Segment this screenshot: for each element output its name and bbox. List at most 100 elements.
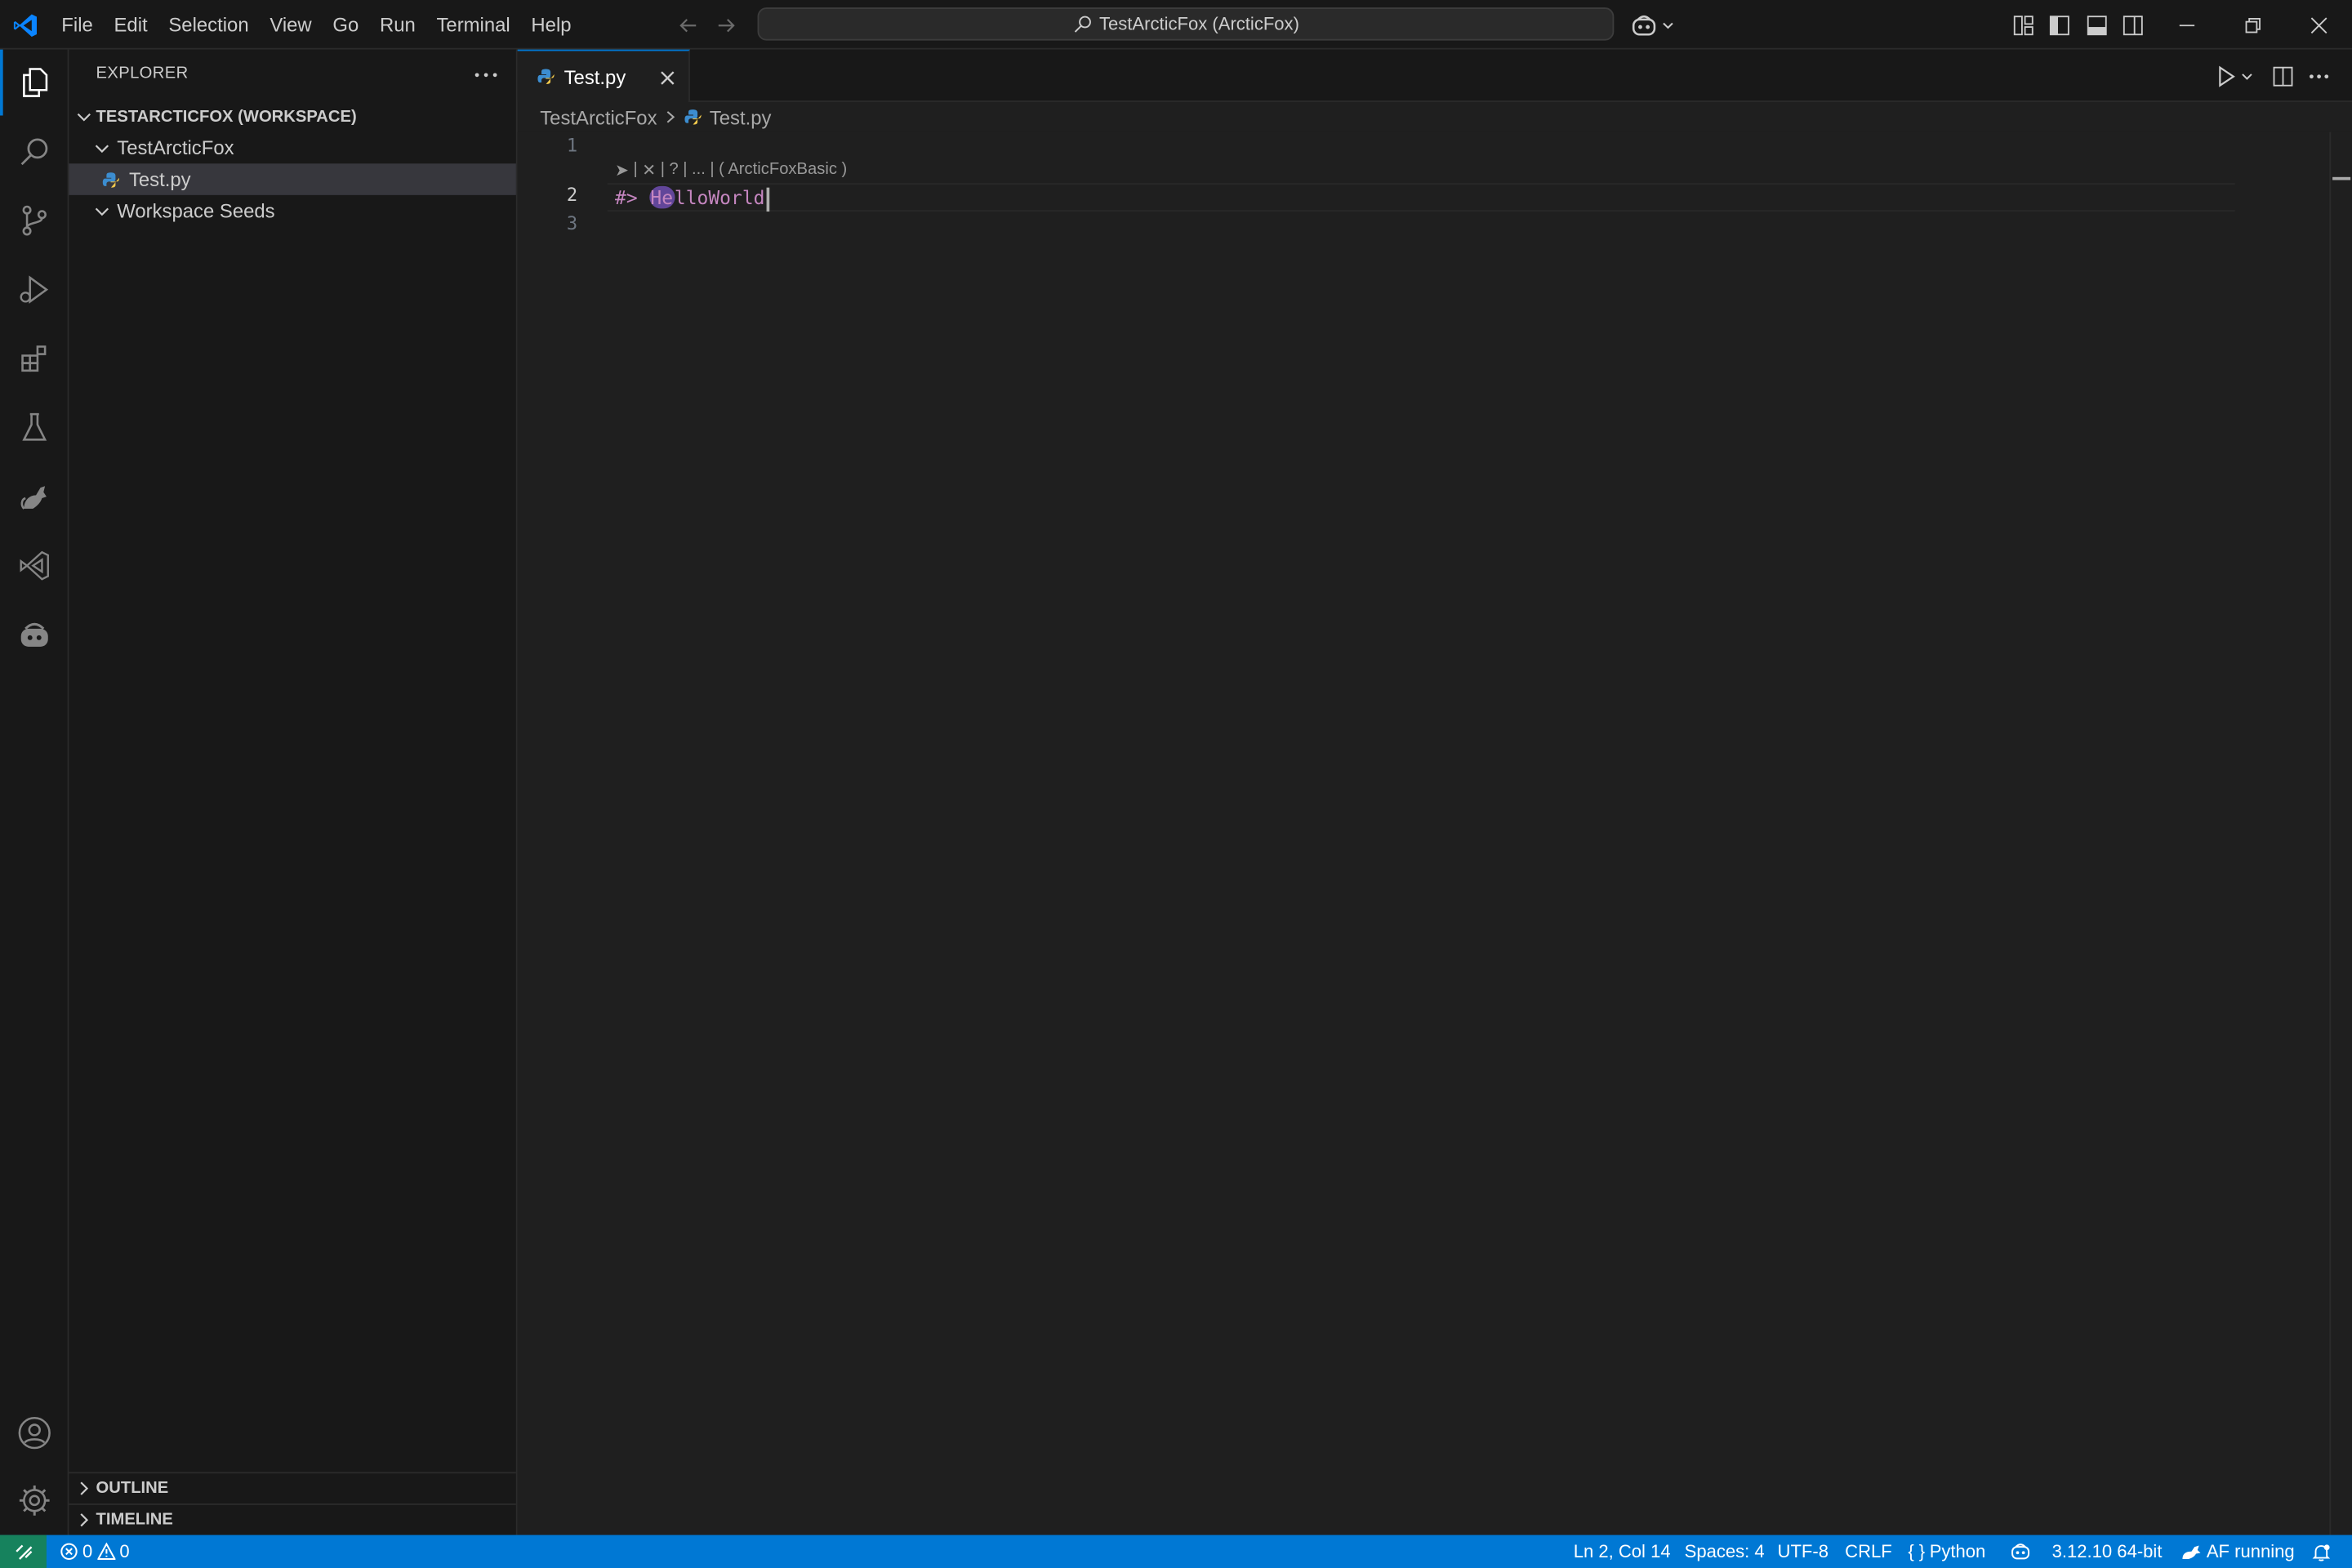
- menu-view[interactable]: View: [259, 0, 322, 50]
- menu-selection[interactable]: Selection: [158, 0, 260, 50]
- eol-label: CRLF: [1845, 1540, 1892, 1562]
- minimize-icon: [2179, 24, 2195, 26]
- account-icon: [18, 1416, 51, 1450]
- copilot-menu-button[interactable]: [1631, 12, 1679, 39]
- tab-test-py[interactable]: Test.py: [517, 49, 690, 102]
- tree-folder[interactable]: Workspace Seeds: [69, 195, 515, 227]
- copilot-icon: [2011, 1544, 2030, 1560]
- title-bar: File Edit Selection View Go Run Terminal…: [0, 0, 2352, 50]
- code-text: lloWorld: [674, 185, 765, 209]
- beaker-icon: [22, 412, 47, 441]
- vscode-logo-icon: [13, 14, 37, 38]
- current-line-highlight: [607, 183, 2235, 212]
- problems-indicator[interactable]: 0 0: [60, 1535, 130, 1568]
- scrollbar-cursor-marker: [2332, 176, 2351, 180]
- split-editor-icon[interactable]: [2270, 63, 2296, 90]
- python-interpreter[interactable]: 3.12.10 64-bit: [2052, 1535, 2163, 1568]
- menu-go[interactable]: Go: [323, 0, 370, 50]
- remote-indicator[interactable]: [0, 1535, 47, 1568]
- braces-icon: { }: [1908, 1540, 1926, 1562]
- encoding[interactable]: UTF-8: [1778, 1535, 1829, 1568]
- search-icon: [20, 138, 48, 166]
- workspace-header[interactable]: TESTARCTICFOX (WORKSPACE): [69, 100, 515, 132]
- codelens-run[interactable]: ➤: [615, 161, 629, 180]
- more-actions-icon[interactable]: [471, 63, 501, 87]
- folder-label: Workspace Seeds: [117, 199, 275, 222]
- activity-source-control[interactable]: [0, 188, 69, 254]
- activity-copilot[interactable]: [0, 602, 69, 668]
- chevron-down-icon[interactable]: [2239, 63, 2254, 90]
- text-cursor: [766, 186, 770, 212]
- activity-search[interactable]: [0, 118, 69, 185]
- gear-icon: [19, 1485, 50, 1516]
- codelens-close[interactable]: ✕: [642, 161, 656, 180]
- copilot-icon: [20, 622, 48, 647]
- menu-terminal[interactable]: Terminal: [426, 0, 521, 50]
- code-editor[interactable]: 1 2 3 ➤ | ✕ | ? | ... | ( ArcticFoxBasic…: [517, 131, 2352, 1535]
- menu-help[interactable]: Help: [521, 0, 582, 50]
- timeline-section-header[interactable]: TIMELINE: [69, 1503, 516, 1535]
- fox-icon: [2182, 1545, 2201, 1559]
- close-icon[interactable]: [656, 66, 679, 90]
- activity-extensions[interactable]: [0, 326, 69, 392]
- outline-section-header[interactable]: OUTLINE: [69, 1472, 516, 1503]
- arcticfox-status[interactable]: AF running: [2181, 1535, 2295, 1568]
- activity-visual-studio[interactable]: [0, 532, 69, 599]
- activity-accounts[interactable]: [0, 1400, 69, 1466]
- warning-icon: [96, 1542, 115, 1560]
- command-center[interactable]: TestArcticFox (ArcticFox): [757, 7, 1615, 41]
- error-count: 0: [82, 1540, 93, 1562]
- run-icon[interactable]: [2212, 63, 2239, 90]
- line-number: 1: [566, 135, 578, 157]
- window-title: TestArcticFox (ArcticFox): [1099, 13, 1299, 35]
- visual-studio-icon: [20, 550, 49, 581]
- restore-icon: [2245, 17, 2261, 33]
- search-icon: [1074, 16, 1091, 33]
- restore-button[interactable]: [2220, 0, 2286, 50]
- scrollbar-track[interactable]: [2329, 131, 2332, 1535]
- tree-folder[interactable]: TestArcticFox: [69, 132, 515, 164]
- tree-file[interactable]: Test.py: [69, 163, 516, 195]
- toggle-secondary-sidebar-icon[interactable]: [2121, 14, 2145, 38]
- python-file-icon: [537, 69, 555, 84]
- breadcrumb-file[interactable]: Test.py: [710, 106, 772, 129]
- breadcrumb: TestArcticFox Test.py: [540, 102, 771, 132]
- menu-file[interactable]: File: [51, 0, 103, 50]
- codelens-separator: |: [660, 160, 665, 179]
- codelens-more[interactable]: ...: [692, 161, 706, 180]
- sidebar-title: EXPLORER: [96, 65, 189, 83]
- editor-tab-bar: Test.py: [517, 49, 2352, 102]
- forward-arrow-icon[interactable]: [714, 14, 737, 38]
- language-mode[interactable]: { } Python: [1908, 1535, 1985, 1568]
- menu-run[interactable]: Run: [369, 0, 426, 50]
- close-window-button[interactable]: [2286, 0, 2352, 50]
- indentation[interactable]: Spaces: 4: [1685, 1535, 1765, 1568]
- breadcrumb-folder[interactable]: TestArcticFox: [540, 106, 657, 129]
- back-arrow-icon[interactable]: [676, 14, 700, 38]
- files-icon: [23, 68, 48, 97]
- bell-icon: [2312, 1544, 2331, 1561]
- line-number: 2: [566, 184, 578, 206]
- minimize-button[interactable]: [2154, 0, 2221, 50]
- activity-run-debug[interactable]: [0, 256, 69, 323]
- end-of-line[interactable]: CRLF: [1845, 1535, 1892, 1568]
- chevron-right-icon: [72, 1508, 96, 1532]
- activity-explorer[interactable]: [0, 49, 69, 116]
- fox-icon: [20, 486, 47, 510]
- codelens-profile[interactable]: ( ArcticFoxBasic ): [719, 161, 847, 180]
- toggle-panel-icon[interactable]: [2085, 14, 2109, 38]
- notifications[interactable]: [2311, 1535, 2331, 1568]
- activity-testing[interactable]: [0, 394, 69, 461]
- cursor-position[interactable]: Ln 2, Col 14: [1574, 1535, 1671, 1568]
- codelens-help[interactable]: ?: [669, 161, 678, 180]
- chevron-down-icon: [1663, 22, 1673, 29]
- toggle-primary-sidebar-icon[interactable]: [2047, 14, 2071, 38]
- language-label: Python: [1929, 1540, 1986, 1562]
- customize-layout-icon[interactable]: [2011, 14, 2035, 38]
- activity-arcticfox[interactable]: [0, 464, 69, 530]
- more-actions-icon[interactable]: [2305, 63, 2332, 90]
- copilot-status[interactable]: [2010, 1535, 2031, 1568]
- activity-manage[interactable]: [0, 1468, 69, 1534]
- python-file-icon: [102, 172, 120, 187]
- menu-edit[interactable]: Edit: [104, 0, 158, 50]
